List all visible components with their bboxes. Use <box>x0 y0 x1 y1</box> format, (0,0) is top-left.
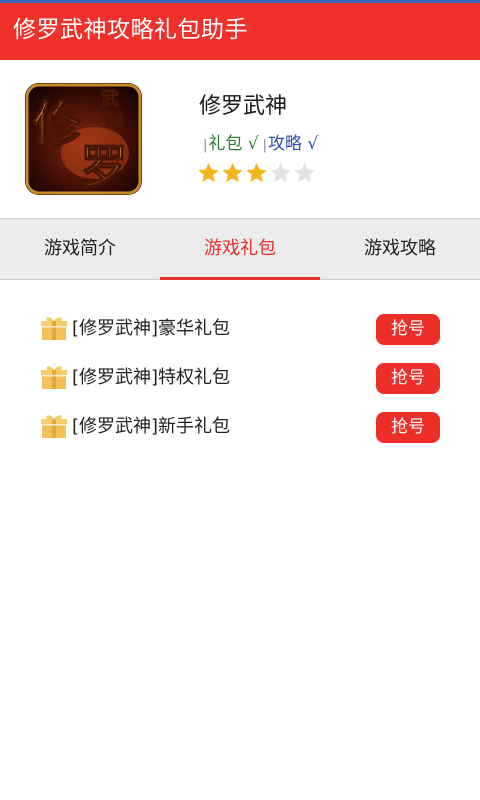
tab-guide[interactable]: 游戏攻略 <box>320 219 480 279</box>
app-bar: 修罗武神攻略礼包助手 <box>0 0 480 60</box>
gift-list: [修罗武神]豪华礼包 抢号 [修罗武神]特权礼包 抢号 [修罗武神]新手礼包 抢号 <box>0 306 480 453</box>
gift-row: [修罗武神]豪华礼包 抢号 <box>0 306 480 355</box>
gift-tag: |礼包 √ <box>203 134 259 154</box>
rating-stars <box>197 160 316 186</box>
game-title: 修罗武神 <box>199 94 288 119</box>
star-filled-icon <box>222 162 243 183</box>
tab-intro[interactable]: 游戏简介 <box>0 219 160 279</box>
gift-name: [修罗武神]新手礼包 <box>72 416 231 437</box>
star-empty-icon <box>294 162 315 183</box>
star-filled-icon <box>246 162 267 183</box>
gift-box-icon <box>41 415 67 438</box>
star-empty-icon <box>270 162 291 183</box>
game-tags: |礼包 √ |攻略 √ <box>203 132 318 158</box>
grab-code-button[interactable]: 抢号 <box>376 314 440 345</box>
svg-text:神: 神 <box>105 110 123 132</box>
game-header: 修 罗 武 神 修罗武神 |礼包 √ |攻略 √ <box>0 60 480 218</box>
grab-code-button[interactable]: 抢号 <box>376 412 440 443</box>
tab-gifts[interactable]: 游戏礼包 <box>160 219 320 280</box>
gift-box-icon <box>41 366 67 389</box>
svg-text:罗: 罗 <box>81 140 127 194</box>
guide-tag: |攻略 √ <box>262 134 319 154</box>
gift-name: [修罗武神]特权礼包 <box>72 367 231 388</box>
game-logo-icon: 修 罗 武 神 <box>25 83 142 195</box>
tab-bar: 游戏简介 游戏礼包 游戏攻略 <box>0 218 480 280</box>
svg-text:修: 修 <box>33 97 82 153</box>
app-title: 修罗武神攻略礼包助手 <box>13 17 248 43</box>
gift-row: [修罗武神]特权礼包 抢号 <box>0 355 480 404</box>
svg-text:武: 武 <box>101 89 119 110</box>
grab-code-button[interactable]: 抢号 <box>376 363 440 394</box>
gift-box-icon <box>41 317 67 340</box>
star-filled-icon <box>198 162 219 183</box>
gift-row: [修罗武神]新手礼包 抢号 <box>0 404 480 453</box>
gift-name: [修罗武神]豪华礼包 <box>72 318 231 339</box>
